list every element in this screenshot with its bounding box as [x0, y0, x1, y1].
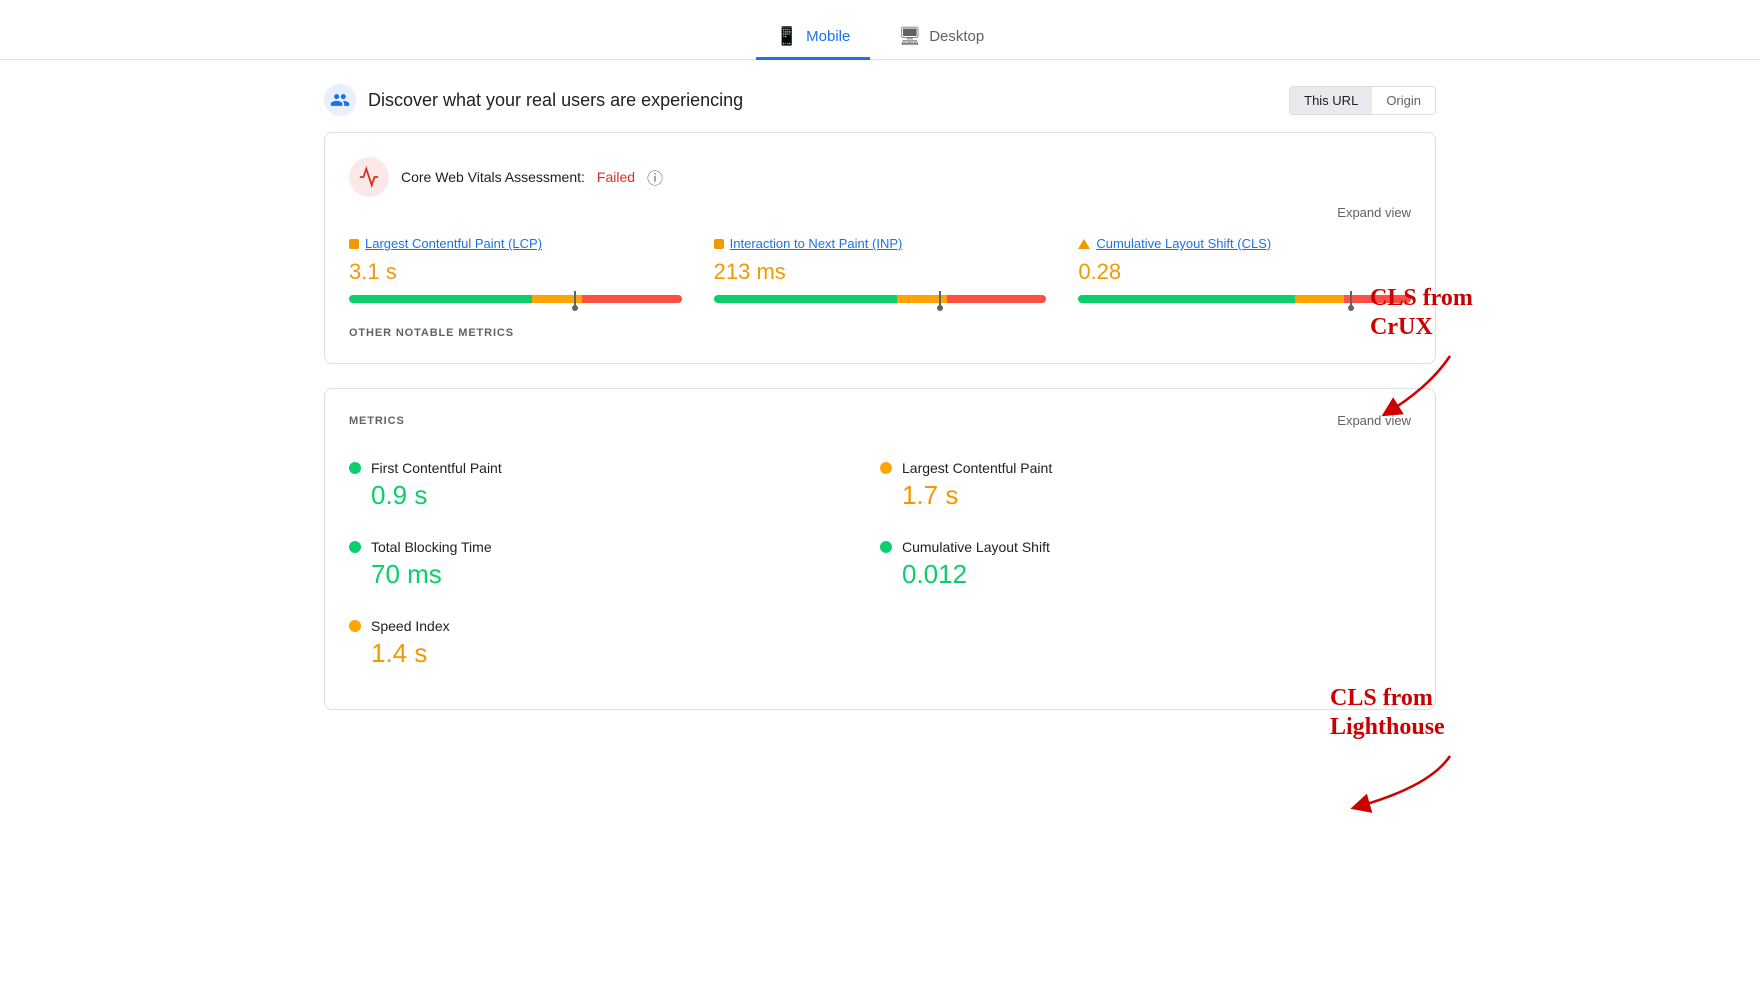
cls-bar-track [1078, 295, 1411, 303]
inp-bar-marker [939, 291, 941, 307]
lh-cls-value: 0.012 [880, 559, 1411, 590]
cls-icon [1078, 239, 1090, 249]
tbt-header: Total Blocking Time [349, 539, 880, 555]
header-row: Discover what your real users are experi… [324, 84, 1436, 116]
fcp-name: First Contentful Paint [371, 460, 502, 476]
cls-bar-orange [1295, 295, 1345, 303]
this-url-button[interactable]: This URL [1290, 87, 1372, 114]
inp-bar-track [714, 295, 1047, 303]
si-header: Speed Index [349, 618, 880, 634]
tab-mobile[interactable]: 📱 Mobile [756, 16, 871, 60]
cls-bar [1078, 295, 1411, 303]
cls-bar-red [1344, 295, 1411, 303]
lcp-icon [349, 239, 359, 249]
si-value: 1.4 s [349, 638, 880, 669]
si-name: Speed Index [371, 618, 450, 634]
si-dot [349, 620, 361, 632]
lcp-metric: Largest Contentful Paint (LCP) 3.1 s [349, 236, 682, 303]
lighthouse-right-col: Largest Contentful Paint 1.7 s Cumulativ… [880, 448, 1411, 685]
inp-icon [714, 239, 724, 249]
cwv-title: Core Web Vitals Assessment: [401, 169, 585, 185]
lh-lcp-name: Largest Contentful Paint [902, 460, 1052, 476]
mobile-icon: 📱 [776, 26, 798, 47]
lcp-bar-green [349, 295, 532, 303]
metrics-section-title: METRICS [349, 415, 405, 427]
cls-bar-marker [1350, 291, 1352, 307]
lcp-value: 3.1 s [349, 259, 682, 285]
cls-label[interactable]: Cumulative Layout Shift (CLS) [1078, 236, 1411, 251]
tab-bar: 📱 Mobile 🖥 Desktop [0, 0, 1760, 60]
fcp-dot [349, 462, 361, 474]
lh-lcp-value: 1.7 s [880, 480, 1411, 511]
inp-bar [714, 295, 1047, 303]
origin-button[interactable]: Origin [1372, 87, 1435, 114]
lh-lcp-metric: Largest Contentful Paint 1.7 s [880, 448, 1411, 527]
lh-cls-header: Cumulative Layout Shift [880, 539, 1411, 555]
cls-bar-green [1078, 295, 1294, 303]
lighthouse-arrow [1330, 746, 1490, 826]
lh-lcp-dot [880, 462, 892, 474]
tab-desktop[interactable]: 🖥 Desktop [878, 16, 1004, 60]
help-icon[interactable]: ⓘ [647, 165, 663, 189]
lighthouse-card: METRICS Expand view First Contentful Pai… [324, 388, 1436, 710]
cwv-expand-link[interactable]: Expand view [349, 205, 1411, 220]
users-icon [324, 84, 356, 116]
header-left: Discover what your real users are experi… [324, 84, 743, 116]
metrics-section-header: METRICS Expand view [349, 413, 1411, 428]
tbt-value: 70 ms [349, 559, 880, 590]
cwv-status: Failed [597, 169, 635, 185]
lcp-label[interactable]: Largest Contentful Paint (LCP) [349, 236, 682, 251]
lighthouse-metrics-grid: First Contentful Paint 0.9 s Total Block… [349, 448, 1411, 685]
tbt-name: Total Blocking Time [371, 539, 492, 555]
url-origin-toggle[interactable]: This URL Origin [1289, 86, 1436, 115]
fcp-metric: First Contentful Paint 0.9 s [349, 448, 880, 527]
other-notable-label: OTHER NOTABLE METRICS [349, 327, 1411, 339]
cwv-header: Core Web Vitals Assessment: Failed ⓘ [349, 157, 1411, 197]
lh-lcp-header: Largest Contentful Paint [880, 460, 1411, 476]
cwv-icon [349, 157, 389, 197]
tbt-dot [349, 541, 361, 553]
lighthouse-expand-link[interactable]: Expand view [1337, 413, 1411, 428]
lh-cls-dot [880, 541, 892, 553]
cls-metric: Cumulative Layout Shift (CLS) 0.28 [1078, 236, 1411, 303]
tbt-metric: Total Blocking Time 70 ms [349, 527, 880, 606]
lcp-bar-track [349, 295, 682, 303]
inp-bar-red [947, 295, 1047, 303]
desktop-icon: 🖥 [898, 26, 921, 47]
inp-metric: Interaction to Next Paint (INP) 213 ms [714, 236, 1047, 303]
cwv-card: Core Web Vitals Assessment: Failed ⓘ Exp… [324, 132, 1436, 364]
tab-desktop-label: Desktop [929, 28, 984, 45]
page-title: Discover what your real users are experi… [368, 90, 743, 111]
inp-bar-green [714, 295, 897, 303]
cwv-metrics-row: Largest Contentful Paint (LCP) 3.1 s [349, 236, 1411, 303]
si-metric: Speed Index 1.4 s [349, 606, 880, 685]
lighthouse-left-col: First Contentful Paint 0.9 s Total Block… [349, 448, 880, 685]
lh-cls-name: Cumulative Layout Shift [902, 539, 1050, 555]
fcp-header: First Contentful Paint [349, 460, 880, 476]
lcp-bar-red [582, 295, 682, 303]
lcp-bar [349, 295, 682, 303]
lh-cls-metric: Cumulative Layout Shift 0.012 [880, 527, 1411, 606]
fcp-value: 0.9 s [349, 480, 880, 511]
lcp-bar-marker [574, 291, 576, 307]
inp-value: 213 ms [714, 259, 1047, 285]
inp-label[interactable]: Interaction to Next Paint (INP) [714, 236, 1047, 251]
tab-mobile-label: Mobile [806, 28, 850, 45]
cls-value: 0.28 [1078, 259, 1411, 285]
